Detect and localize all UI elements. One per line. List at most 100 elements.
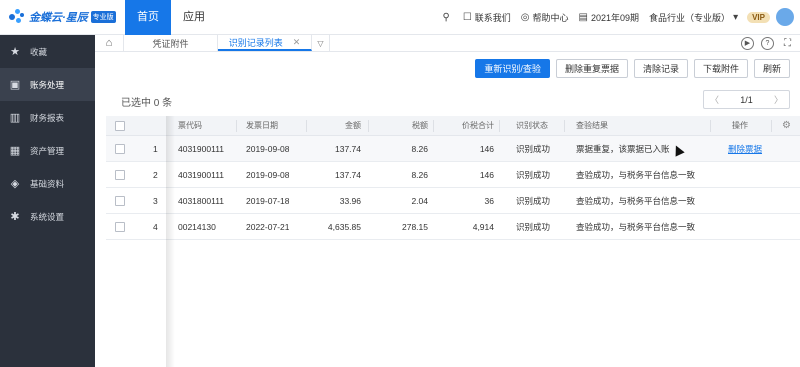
amount: 33.96 [339, 195, 361, 206]
recognition-status: 识别成功 [516, 169, 551, 180]
row-checkbox[interactable] [115, 188, 125, 213]
column-header: 金额 [345, 121, 361, 130]
tax: 278.15 [402, 221, 428, 232]
asset-icon: ▦ [9, 145, 21, 157]
frozen-column-shadow [166, 116, 175, 367]
period-selector[interactable]: ▤ 2021年09期 [579, 11, 640, 24]
period-label: 2021年09期 [591, 12, 640, 23]
check-result: 查验成功，与税务平台信息一致 [576, 221, 696, 232]
tab-tools: ▶ ? ⛶ [734, 35, 800, 51]
tab-dropdown[interactable]: ▽ [312, 35, 330, 51]
ledger-icon: ▣ [9, 79, 21, 91]
calendar-icon: ▤ [578, 11, 588, 23]
tab-recognition-records[interactable]: 识别记录列表 ✕ [218, 35, 312, 51]
nav-tab-home[interactable]: 首页 [125, 0, 171, 35]
table-row[interactable]: 3 4031800111 2019-07-18 33.96 2.04 36 识别… [106, 188, 800, 214]
refresh-button[interactable]: 刷新 [753, 59, 790, 78]
recheck-button[interactable]: 重新识别/查验 [475, 59, 550, 78]
delete-invoice-link[interactable]: 删除票据 [728, 136, 762, 161]
row-checkbox[interactable] [115, 162, 125, 187]
invoice-date: 2019-09-08 [246, 169, 290, 180]
check-result: 查验成功，与税务平台信息一致 [576, 195, 696, 206]
tax: 8.26 [411, 143, 428, 154]
total: 4,914 [472, 221, 494, 232]
contact-label: 联系我们 [474, 12, 511, 23]
download-attachments-button[interactable]: 下载附件 [693, 59, 748, 78]
table-row[interactable]: 4 00214130 2022-07-21 4,635.85 278.15 4,… [106, 214, 800, 240]
help-icon[interactable]: ? [761, 36, 774, 50]
row-checkbox[interactable] [115, 136, 125, 161]
table-row[interactable]: 1 4031900111 2019-09-08 137.74 8.26 146 … [106, 136, 800, 162]
tab-label: 识别记录列表 [228, 37, 283, 48]
column-header: 价税合计 [462, 121, 494, 130]
logo-icon [8, 8, 26, 26]
chat-icon: ☐ [462, 11, 472, 23]
play-icon[interactable]: ▶ [741, 36, 754, 50]
help-link[interactable]: ◎ 帮助中心 [521, 11, 569, 24]
invoice-code: 00214130 [178, 221, 216, 232]
invoice-code: 4031900111 [178, 143, 225, 154]
gear-icon: ✱ [10, 211, 20, 223]
recognition-status: 识别成功 [516, 195, 551, 206]
invoice-code: 4031800111 [178, 195, 225, 206]
invoice-code: 4031900111 [178, 169, 225, 180]
records-table: 票代码 发票日期 金额 税额 价税合计 识别状态 查验结果 操作 ⚙ 1 403… [106, 116, 800, 240]
sidebar-item-label: 基础资料 [30, 178, 65, 189]
invoice-date: 2022-07-21 [246, 221, 290, 232]
sidebar-item-reports[interactable]: ▥ 财务报表 [0, 101, 95, 134]
table-row[interactable]: 2 4031900111 2019-09-08 137.74 8.26 146 … [106, 162, 800, 188]
row-number: 4 [153, 221, 158, 232]
logo-badge: 专业版 [90, 11, 116, 23]
amount: 137.74 [335, 169, 361, 180]
vip-badge[interactable]: VIP [747, 11, 770, 23]
top-right-menu: ⚲ ☐ 联系我们 ◎ 帮助中心 ▤ 2021年09期 食品行业（专业版） ▾ V… [432, 0, 800, 35]
avatar[interactable] [776, 8, 794, 26]
selected-count: 已选中 0 条 [121, 98, 173, 109]
industry-label: 食品行业（专业版） [649, 12, 731, 23]
delete-duplicates-button[interactable]: 删除重复票据 [555, 59, 628, 78]
logo[interactable]: 金蝶云·星辰 专业版 [0, 8, 125, 26]
column-settings-icon[interactable]: ⚙ [782, 116, 791, 135]
row-checkbox[interactable] [115, 214, 125, 239]
clear-records-button[interactable]: 清除记录 [633, 59, 688, 78]
select-all-checkbox[interactable] [115, 116, 125, 135]
page-indicator: 1/1 [740, 94, 753, 105]
fullscreen-icon[interactable]: ⛶ [781, 37, 794, 50]
next-page-icon[interactable]: 〉 [774, 93, 783, 106]
sidebar-item-basic-data[interactable]: ◈ 基础资料 [0, 167, 95, 200]
chevron-down-icon: ▾ [733, 11, 739, 23]
sidebar-item-label: 资产管理 [30, 145, 65, 156]
column-header: 查验结果 [576, 121, 608, 130]
total: 146 [479, 169, 494, 180]
industry-selector[interactable]: 食品行业（专业版） ▾ [649, 11, 741, 24]
contact-link[interactable]: ☐ 联系我们 [463, 11, 511, 24]
page-tabs: ⌂ 凭证附件 识别记录列表 ✕ ▽ ▶ ? ⛶ [95, 35, 800, 52]
recognition-status: 识别成功 [516, 143, 551, 154]
column-header: 税额 [412, 121, 428, 130]
tab-voucher-attachments[interactable]: 凭证附件 [124, 35, 218, 51]
column-header: 识别状态 [516, 121, 548, 130]
tab-label: 凭证附件 [152, 38, 189, 49]
total: 146 [479, 143, 494, 154]
toolbar: 重新识别/查验 删除重复票据 清除记录 下载附件 刷新 [469, 59, 790, 78]
sidebar-item-label: 账务处理 [30, 79, 65, 90]
sidebar-item-accounting[interactable]: ▣ 账务处理 [0, 68, 95, 101]
sidebar-item-assets[interactable]: ▦ 资产管理 [0, 134, 95, 167]
row-number: 1 [153, 143, 158, 154]
column-header: 操作 [732, 121, 748, 130]
layers-icon: ◈ [10, 178, 20, 190]
prev-page-icon[interactable]: 〈 [710, 93, 719, 106]
row-number: 2 [153, 169, 158, 180]
pager: 〈 1/1 〉 [703, 90, 790, 109]
home-tab[interactable]: ⌂ [95, 35, 124, 51]
close-icon[interactable]: ✕ [293, 37, 301, 48]
sidebar-item-favorites[interactable]: ★ 收藏 [0, 35, 95, 68]
search-icon[interactable]: ⚲ [442, 12, 452, 23]
report-icon: ▥ [9, 112, 21, 124]
sidebar-item-label: 收藏 [30, 46, 48, 57]
nav-tab-apps[interactable]: 应用 [171, 0, 217, 35]
total: 36 [484, 195, 494, 206]
sidebar-item-settings[interactable]: ✱ 系统设置 [0, 200, 95, 233]
table-header: 票代码 发票日期 金额 税额 价税合计 识别状态 查验结果 操作 ⚙ [106, 116, 800, 136]
check-result: 票据重复，该票据已入账 [576, 143, 670, 154]
